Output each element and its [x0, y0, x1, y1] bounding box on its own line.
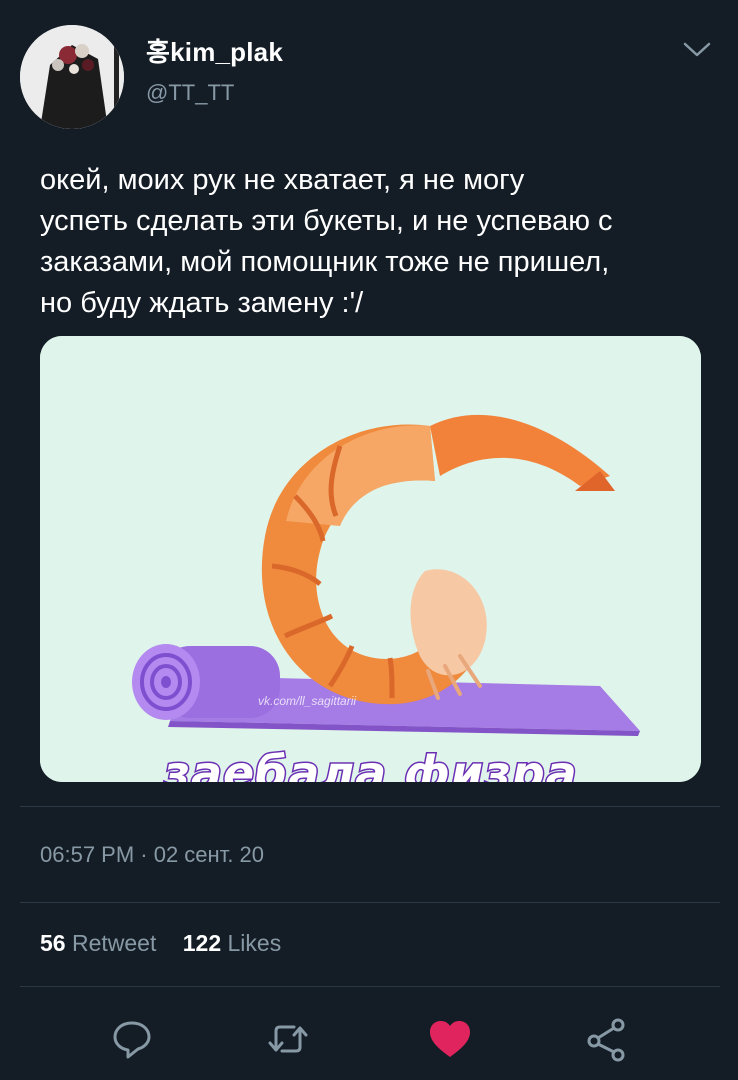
divider — [20, 986, 720, 987]
user-handle[interactable]: @TT_TT — [146, 80, 234, 106]
image-watermark: vk.com/ll_sagittarii — [258, 694, 357, 708]
divider — [20, 902, 720, 903]
tweet-actions — [0, 1005, 738, 1075]
tweet-text: окей, моих рук не хватает, я не могу усп… — [40, 164, 613, 319]
shrimp-yoga-illustration — [40, 336, 701, 782]
avatar[interactable] — [20, 25, 124, 129]
retweet-icon[interactable] — [264, 1015, 312, 1063]
tweet-stats: 56 Retweet 122 Likes — [40, 930, 301, 957]
retweet-count[interactable]: 56 — [40, 930, 66, 956]
like-icon[interactable] — [426, 1015, 474, 1063]
tweet-header: 홍kim_plak @TT_TT — [0, 0, 738, 150]
chevron-down-icon[interactable] — [682, 40, 712, 60]
tweet-timestamp[interactable]: 06:57 PM · 02 сент. 20 — [40, 842, 264, 868]
divider — [20, 806, 720, 807]
likes-count[interactable]: 122 — [183, 930, 221, 956]
image-caption: заебала физра — [162, 745, 578, 783]
likes-label[interactable]: Likes — [228, 930, 282, 956]
share-icon[interactable] — [582, 1015, 630, 1063]
reply-icon[interactable] — [108, 1015, 156, 1063]
avatar-image — [20, 25, 124, 129]
tweet-media-image[interactable]: vk.com/ll_sagittarii заебала физра — [40, 336, 701, 782]
display-name[interactable]: 홍kim_plak — [146, 32, 283, 69]
retweet-label[interactable]: Retweet — [72, 930, 156, 956]
